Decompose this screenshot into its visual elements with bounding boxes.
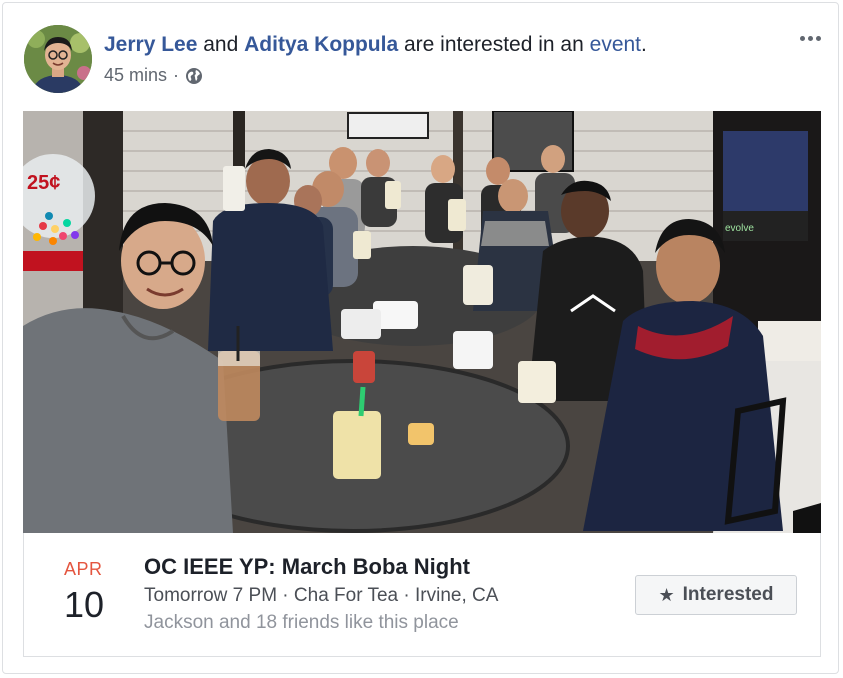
event-date-day: 10: [64, 584, 105, 625]
event-date-month: APR: [64, 559, 103, 579]
star-icon: ★: [658, 584, 675, 605]
actor-link-2[interactable]: Aditya Koppula: [244, 33, 398, 56]
avatar[interactable]: [24, 25, 92, 93]
timestamp[interactable]: 45 mins: [104, 65, 167, 86]
arcade-label: evolve: [725, 223, 754, 234]
connector-text-1: and: [203, 33, 239, 56]
feed-story-card: Jerry Lee and Aditya Koppula are interes…: [2, 2, 839, 674]
event-photo[interactable]: 25¢ evolve: [23, 111, 821, 533]
more-dot: [807, 35, 813, 41]
actor-link-1[interactable]: Jerry Lee: [104, 33, 197, 56]
event-link[interactable]: event: [590, 33, 641, 56]
story-headline: Jerry Lee and Aditya Koppula are interes…: [104, 31, 647, 59]
more-options-icon[interactable]: [796, 27, 824, 49]
event-details: Tomorrow 7 PM · Cha For Tea · Irvine, CA: [144, 585, 499, 606]
interested-button-label: Interested: [682, 584, 774, 605]
event-title[interactable]: OC IEEE YP: March Boba Night: [144, 554, 470, 580]
connector-text-2: are interested in an: [404, 33, 584, 56]
globe-icon[interactable]: [185, 67, 203, 85]
event-social-context: Jackson and 18 friends like this place: [144, 612, 459, 633]
story-meta: 45 mins ·: [104, 65, 203, 86]
meta-separator: ·: [173, 65, 180, 85]
headline-period: .: [641, 33, 647, 56]
more-dot: [799, 35, 805, 41]
event-attachment[interactable]: APR 10 OC IEEE YP: March Boba Night Tomo…: [23, 533, 821, 657]
more-dot: [815, 35, 821, 41]
interested-button[interactable]: ★ Interested: [635, 575, 797, 615]
gumball-sign: 25¢: [27, 172, 60, 194]
